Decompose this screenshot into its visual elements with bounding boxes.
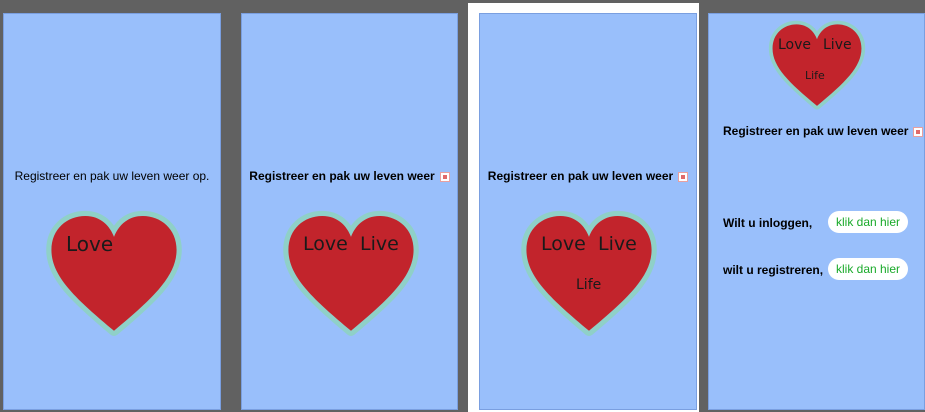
tagline-text: Registreer en pak uw leven weer [723, 124, 909, 138]
tagline: Registreer en pak uw leven weer op. [14, 169, 210, 183]
heart-word-love: Love [303, 233, 348, 255]
screen-4: Love Live Life Registreer en pak uw leve… [708, 13, 925, 410]
tagline: Registreer en pak uw leven weer [242, 169, 457, 183]
register-label: wilt u registreren, [723, 263, 824, 277]
broken-image-icon [678, 171, 689, 182]
broken-image-icon [439, 171, 450, 182]
tagline-text: Registreer en pak uw leven weer [487, 169, 674, 183]
screen-3: Registreer en pak uw leven weer Love Liv… [479, 13, 697, 410]
register-button[interactable]: klik dan hier [828, 258, 908, 280]
heart-word-love: Love [778, 37, 812, 53]
tagline-text: Registreer en pak uw leven weer [249, 169, 435, 183]
heart-word-live: Live [598, 233, 637, 255]
screen-1: Registreer en pak uw leven weer op. Love [3, 13, 221, 410]
heart-logo [41, 204, 187, 348]
tagline: Registreer en pak uw leven weer [480, 169, 696, 183]
login-label: Wilt u inloggen, [723, 216, 813, 230]
heart-logo [278, 204, 424, 348]
heart-word-life: Life [576, 277, 602, 293]
broken-image-icon [913, 126, 924, 137]
heart-word-life: Life [805, 69, 825, 82]
heart-word-love: Love [541, 233, 586, 255]
heart-logo [516, 204, 662, 348]
tagline: Registreer en pak uw leven weer [723, 124, 924, 138]
heart-word-love: Love [66, 232, 114, 256]
heart-word-live: Live [823, 37, 852, 53]
heart-logo [759, 17, 875, 117]
screen-2: Registreer en pak uw leven weer Love Liv… [241, 13, 458, 410]
heart-word-live: Live [360, 233, 399, 255]
login-button[interactable]: klik dan hier [828, 211, 908, 233]
